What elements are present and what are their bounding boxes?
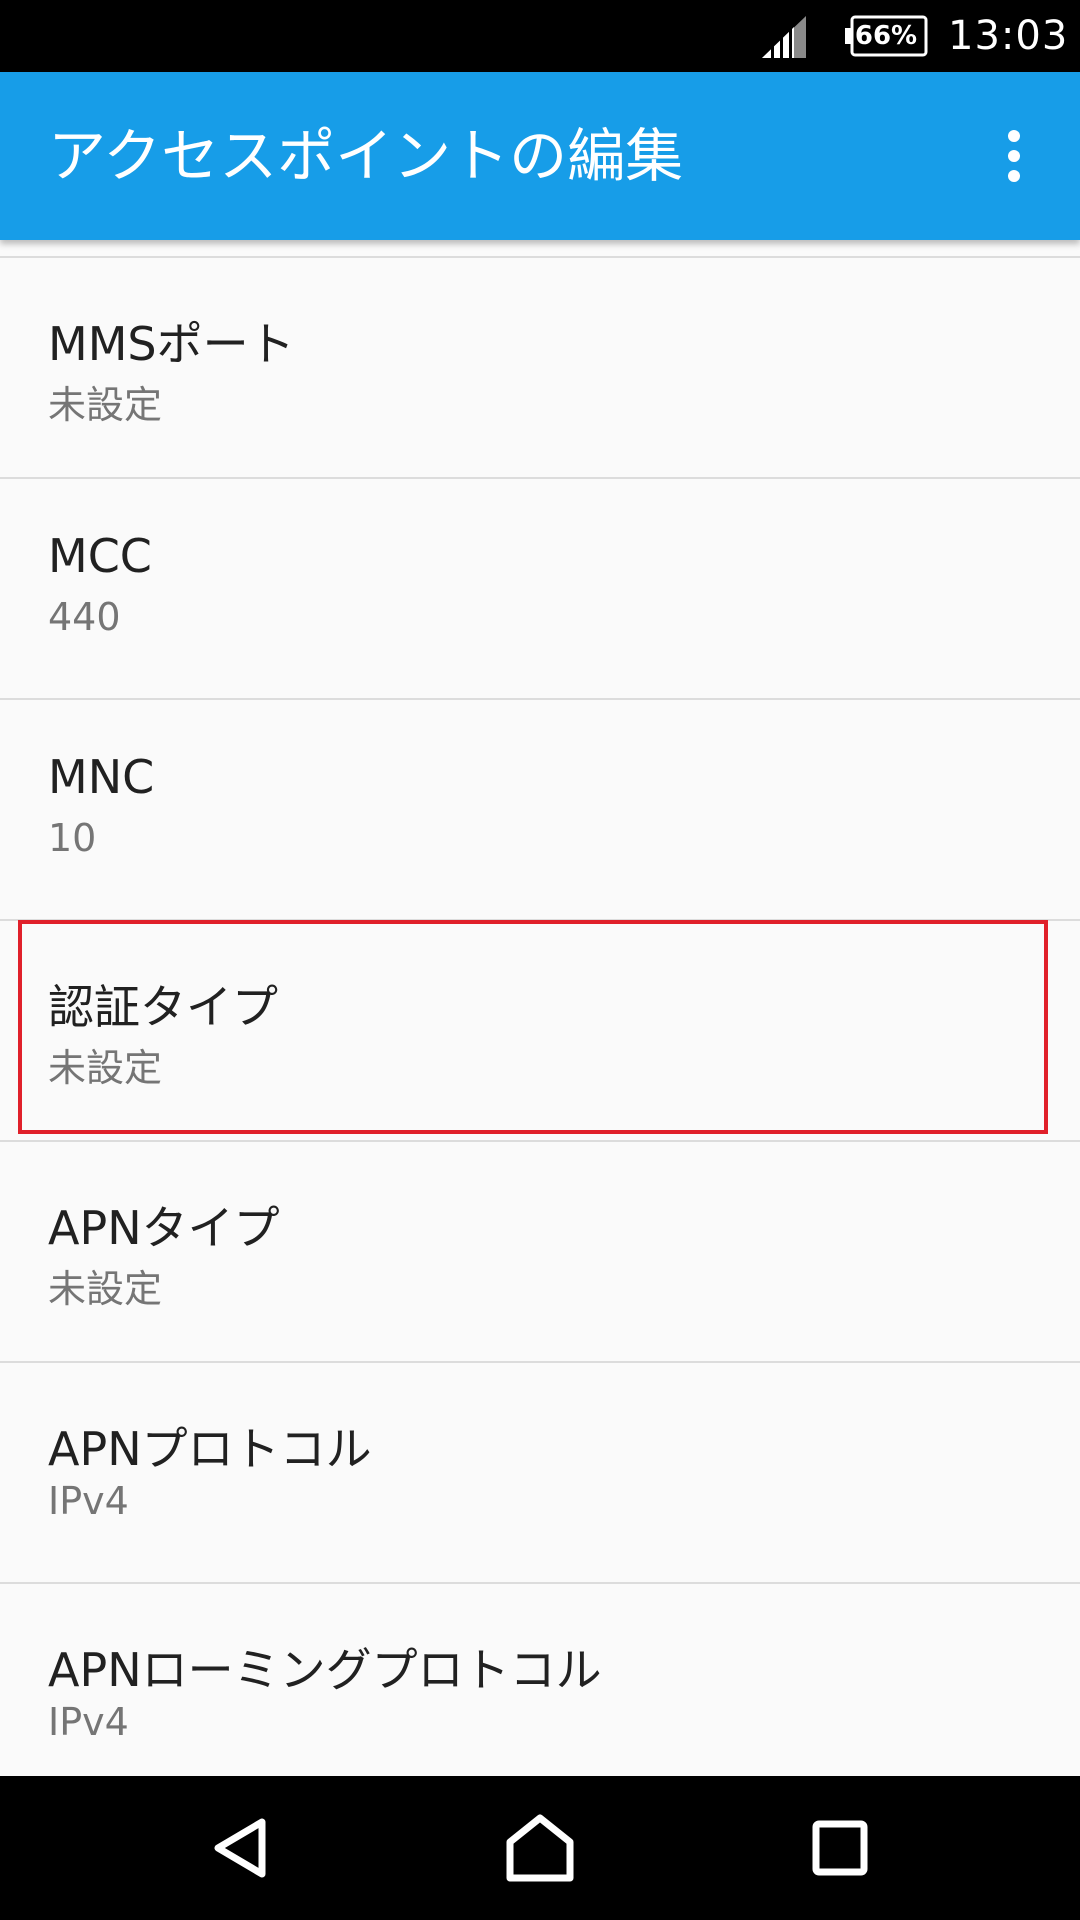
setting-label: APNタイプ (48, 1201, 280, 1255)
setting-label: 認証タイプ (48, 980, 278, 1034)
setting-value: 未設定 (48, 1267, 163, 1311)
battery-icon: 66% (844, 14, 928, 58)
recents-icon[interactable] (796, 1804, 884, 1892)
setting-label: MMSポート (48, 317, 295, 371)
setting-value: IPv4 (48, 1700, 129, 1744)
setting-label: APNプロトコル (48, 1422, 372, 1476)
setting-label: MNC (48, 750, 155, 804)
setting-mnc[interactable]: MNC 10 (0, 700, 1080, 921)
setting-apn-type[interactable]: APNタイプ 未設定 (0, 1142, 1080, 1363)
battery-percentage: 66% (854, 21, 918, 51)
setting-value: 未設定 (48, 383, 163, 427)
signal-icon (762, 16, 806, 58)
setting-label: APNローミングプロトコル (48, 1643, 602, 1697)
setting-mms-port[interactable]: MMSポート 未設定 (0, 258, 1080, 479)
back-icon[interactable] (196, 1804, 284, 1892)
setting-value: IPv4 (48, 1479, 129, 1523)
setting-value: 440 (48, 595, 121, 639)
setting-label: MCC (48, 529, 152, 583)
navigation-bar (0, 1776, 1080, 1920)
page-title: アクセスポイントの編集 (48, 122, 684, 190)
settings-list: MMSポート 未設定 MCC 440 MNC 10 認証タイプ 未設定 APNタ… (0, 240, 1080, 1805)
status-time: 13:03 (948, 13, 1069, 59)
setting-auth-type[interactable]: 認証タイプ 未設定 (0, 921, 1080, 1142)
setting-value: 未設定 (48, 1046, 163, 1090)
list-divider (0, 240, 1080, 258)
status-bar: 66% 13:03 (0, 0, 1080, 72)
home-icon[interactable] (496, 1804, 584, 1892)
setting-mcc[interactable]: MCC 440 (0, 479, 1080, 700)
setting-value: 10 (48, 816, 97, 860)
setting-apn-roaming-protocol[interactable]: APNローミングプロトコル IPv4 (0, 1584, 1080, 1805)
more-vert-icon[interactable] (988, 126, 1040, 186)
app-bar: アクセスポイントの編集 (0, 72, 1080, 240)
setting-apn-protocol[interactable]: APNプロトコル IPv4 (0, 1363, 1080, 1584)
